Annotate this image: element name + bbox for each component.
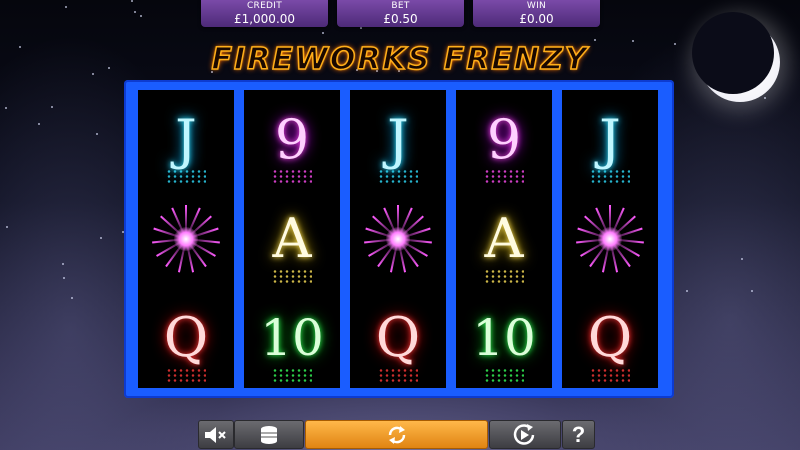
symbol-glyph: J — [599, 107, 621, 171]
speaker-muted-icon — [205, 426, 226, 443]
reel-symbol: 10 — [456, 289, 552, 388]
coin-stack-icon — [261, 425, 277, 444]
firework-symbol-icon — [358, 199, 438, 279]
reel-symbol: 9 — [456, 90, 552, 189]
reel-5: JQ — [562, 90, 658, 388]
win-value: £0.00 — [519, 12, 554, 26]
bet-button[interactable] — [234, 420, 304, 449]
reel-symbol: J — [562, 90, 658, 189]
symbol-glyph: 10 — [260, 309, 324, 368]
sparkle-trail — [484, 169, 524, 184]
reel-symbol: A — [456, 189, 552, 288]
sparkle-trail — [378, 367, 418, 382]
bet-value: £0.50 — [383, 12, 418, 26]
bet-meter: BET £0.50 — [337, 0, 464, 27]
symbol-glyph: Q — [163, 306, 209, 370]
reel-4: 9 A 10 — [456, 90, 552, 388]
win-meter: WIN £0.00 — [473, 0, 600, 27]
firework-symbol-icon — [146, 199, 226, 279]
reel-2: 9 A 10 — [244, 90, 340, 388]
reel-symbol — [138, 189, 234, 288]
credit-value: £1,000.00 — [233, 12, 296, 26]
reel-symbol: 9 — [244, 90, 340, 189]
symbol-glyph: 9 — [486, 107, 522, 171]
firework-symbol-icon — [570, 199, 650, 279]
bet-label: BET — [391, 1, 410, 11]
credit-label: CREDIT — [246, 1, 283, 11]
symbol-glyph: J — [387, 107, 409, 171]
help-label: ? — [571, 421, 586, 447]
sparkle-trail — [378, 169, 418, 184]
reel-symbol: Q — [350, 289, 446, 388]
sparkle-trail — [272, 268, 312, 283]
sparkle-trail — [166, 367, 206, 382]
sparkle-trail — [590, 169, 630, 184]
reel-symbol — [350, 189, 446, 288]
help-button[interactable]: ? — [562, 420, 595, 449]
symbol-glyph: A — [484, 206, 524, 270]
sparkle-trail — [272, 169, 312, 184]
reel-symbol: Q — [138, 289, 234, 388]
reel-symbol: J — [138, 90, 234, 189]
symbol-glyph: J — [175, 107, 197, 171]
symbol-glyph: 9 — [274, 107, 310, 171]
sparkle-trail — [484, 367, 524, 382]
reel-symbol: Q — [562, 289, 658, 388]
game-title-logo: FIREWORKS FRENZY — [211, 41, 589, 78]
reel-symbol: J — [350, 90, 446, 189]
reel-1: JQ — [138, 90, 234, 388]
autoplay-icon — [513, 423, 535, 445]
symbol-glyph: Q — [587, 306, 633, 370]
reels-frame: J Q 9 A 10 J Q 9 A 10 J Q — [124, 80, 674, 398]
sparkle-trail — [484, 268, 524, 283]
symbol-glyph: 10 — [472, 309, 536, 368]
reel-symbol — [562, 189, 658, 288]
reel-3: JQ — [350, 90, 446, 388]
win-label: WIN — [526, 1, 547, 11]
sparkle-trail — [590, 367, 630, 382]
spin-button[interactable] — [305, 420, 488, 449]
spin-arrows-icon — [388, 425, 405, 444]
symbol-glyph: A — [272, 206, 312, 270]
sparkle-trail — [272, 367, 312, 382]
reel-symbol: A — [244, 189, 340, 288]
symbol-glyph: Q — [375, 306, 421, 370]
credit-meter: CREDIT £1,000.00 — [201, 0, 328, 27]
sparkle-trail — [166, 169, 206, 184]
sound-button[interactable] — [198, 420, 234, 449]
autoplay-button[interactable] — [489, 420, 561, 449]
reel-symbol: 10 — [244, 289, 340, 388]
